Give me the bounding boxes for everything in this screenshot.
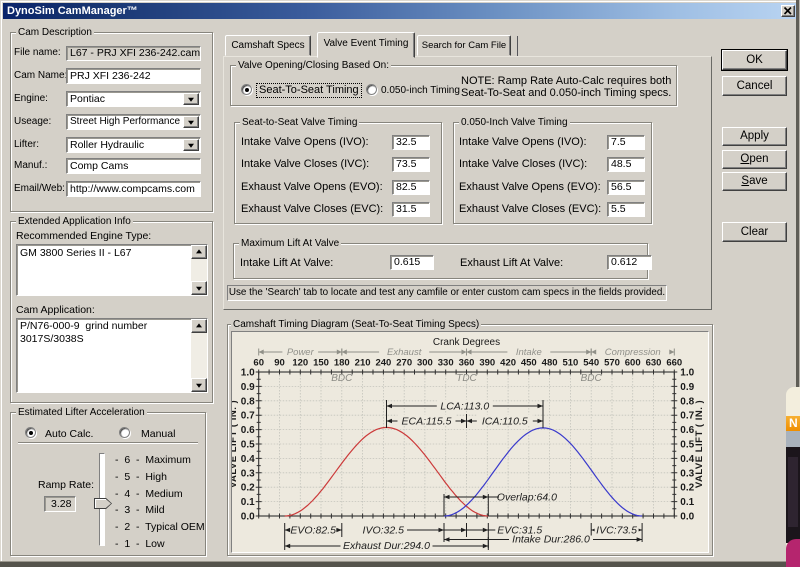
svg-text:ICA:110.5: ICA:110.5: [482, 416, 528, 428]
svg-text:1.0: 1.0: [680, 368, 694, 379]
svg-text:Exhaust Dur:294.0: Exhaust Dur:294.0: [343, 540, 430, 552]
svg-text:IVC:73.5: IVC:73.5: [596, 525, 637, 537]
svg-text:330: 330: [438, 358, 454, 369]
svg-text:LCA:113.0: LCA:113.0: [440, 401, 489, 413]
svg-text:0.4: 0.4: [680, 454, 694, 465]
svg-text:VALVE LIFT ( IN. ): VALVE LIFT ( IN. ): [232, 400, 239, 488]
svg-text:0.1: 0.1: [680, 497, 694, 508]
svg-text:0.7: 0.7: [680, 411, 694, 422]
svg-text:1.0: 1.0: [241, 368, 255, 379]
svg-text:360: 360: [459, 358, 475, 369]
svg-text:630: 630: [646, 358, 662, 369]
svg-text:540: 540: [583, 358, 599, 369]
svg-text:0.9: 0.9: [241, 382, 255, 393]
svg-text:VALVE LIFT ( IN. ): VALVE LIFT ( IN. ): [694, 400, 705, 488]
svg-text:0.1: 0.1: [241, 497, 255, 508]
svg-text:180: 180: [334, 358, 350, 369]
svg-text:Compression: Compression: [605, 347, 661, 358]
svg-text:450: 450: [521, 358, 537, 369]
svg-text:0.0: 0.0: [241, 512, 255, 523]
svg-text:BDC: BDC: [581, 373, 603, 384]
svg-text:0.2: 0.2: [680, 483, 694, 494]
svg-text:390: 390: [479, 358, 495, 369]
svg-text:Exhaust: Exhaust: [387, 347, 422, 358]
svg-text:480: 480: [542, 358, 558, 369]
svg-text:0.4: 0.4: [241, 454, 255, 465]
svg-text:120: 120: [292, 358, 308, 369]
svg-text:Crank Degrees: Crank Degrees: [433, 337, 500, 348]
svg-text:Intake: Intake: [516, 347, 542, 358]
svg-text:0.5: 0.5: [680, 440, 694, 451]
svg-text:0.3: 0.3: [680, 468, 694, 479]
svg-text:90: 90: [274, 358, 285, 369]
svg-text:240: 240: [375, 358, 391, 369]
svg-text:600: 600: [625, 358, 641, 369]
svg-text:ECA:115.5: ECA:115.5: [401, 416, 451, 428]
svg-text:270: 270: [396, 358, 412, 369]
svg-text:BDC: BDC: [331, 373, 353, 384]
svg-text:Overlap:64.0: Overlap:64.0: [497, 492, 557, 504]
svg-text:0.6: 0.6: [680, 425, 694, 436]
svg-text:420: 420: [500, 358, 516, 369]
svg-text:150: 150: [313, 358, 329, 369]
svg-text:0.2: 0.2: [241, 483, 255, 494]
svg-text:0.3: 0.3: [241, 468, 255, 479]
svg-text:Power: Power: [287, 347, 315, 358]
svg-text:IVO:32.5: IVO:32.5: [363, 525, 405, 537]
svg-text:TDC: TDC: [456, 373, 477, 384]
svg-text:570: 570: [604, 358, 620, 369]
svg-text:0.0: 0.0: [680, 512, 694, 523]
svg-text:0.7: 0.7: [241, 411, 255, 422]
svg-text:0.8: 0.8: [680, 396, 694, 407]
svg-text:Intake Dur:286.0: Intake Dur:286.0: [512, 534, 590, 546]
svg-text:510: 510: [562, 358, 578, 369]
svg-text:210: 210: [355, 358, 371, 369]
svg-text:0.8: 0.8: [241, 396, 255, 407]
svg-text:0.9: 0.9: [680, 382, 694, 393]
svg-text:EVO:82.5: EVO:82.5: [290, 525, 336, 537]
svg-text:60: 60: [253, 358, 264, 369]
svg-text:300: 300: [417, 358, 433, 369]
svg-text:0.5: 0.5: [241, 440, 255, 451]
svg-text:0.6: 0.6: [241, 425, 255, 436]
